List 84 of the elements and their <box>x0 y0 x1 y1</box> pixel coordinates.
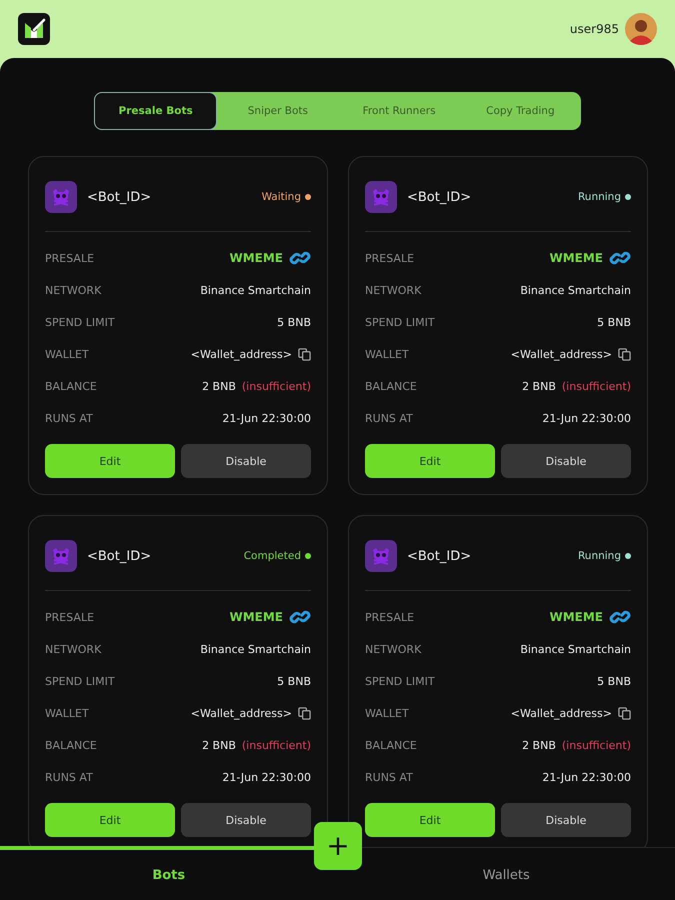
field-value: Binance Smartchain <box>200 642 311 656</box>
warning-text: (insufficient) <box>242 738 311 752</box>
tab[interactable]: Copy Trading <box>460 92 581 130</box>
field-value: 2 BNB <box>202 738 236 752</box>
token-name: WMEME <box>549 251 603 265</box>
logo-icon <box>18 13 50 45</box>
field-label: WALLET <box>45 706 89 720</box>
tab[interactable]: Sniper Bots <box>217 92 338 130</box>
token-name: WMEME <box>229 610 283 624</box>
edit-button[interactable]: Edit <box>45 444 175 478</box>
robot-icon <box>365 181 397 213</box>
warning-text: (insufficient) <box>562 380 631 392</box>
avatar[interactable] <box>625 13 657 45</box>
field-label: BALANCE <box>45 738 97 752</box>
field-label: WALLET <box>365 706 409 720</box>
robot-icon <box>45 181 77 213</box>
field-value: 21-Jun 22:30:00 <box>222 770 311 784</box>
field-label: RUNS AT <box>365 412 413 424</box>
copy-icon[interactable] <box>298 706 311 720</box>
field-value: 21-Jun 22:30:00 <box>542 412 631 424</box>
disable-button[interactable]: Disable <box>501 444 631 478</box>
field-label: NETWORK <box>45 642 102 656</box>
field-label: BALANCE <box>365 738 417 752</box>
field-label: RUNS AT <box>45 770 93 784</box>
field-value: 2 BNB <box>522 380 556 392</box>
field-label: NETWORK <box>365 284 422 296</box>
bot-id: <Bot_ID> <box>87 548 152 564</box>
robot-icon <box>365 540 397 572</box>
field-value: Binance Smartchain <box>520 642 631 656</box>
add-button[interactable]: + <box>314 822 362 870</box>
field-value: 21-Jun 22:30:00 <box>542 770 631 784</box>
field-value: 5 BNB <box>597 674 631 688</box>
field-label: PRESALE <box>365 610 414 624</box>
robot-icon <box>45 540 77 572</box>
warning-text: (insufficient) <box>242 380 311 392</box>
field-label: BALANCE <box>365 380 417 392</box>
status-label: Completed <box>244 550 301 562</box>
disable-button[interactable]: Disable <box>181 444 311 478</box>
field-value: <Wallet_address> <box>510 706 612 720</box>
field-value: Binance Smartchain <box>520 284 631 296</box>
field-label: SPEND LIMIT <box>365 674 435 688</box>
field-value: 5 BNB <box>277 674 311 688</box>
status-label: Running <box>578 191 621 203</box>
field-value: <Wallet_address> <box>190 348 292 360</box>
field-label: WALLET <box>45 348 89 360</box>
field-label: SPEND LIMIT <box>45 316 115 328</box>
username: user985 <box>570 22 619 36</box>
field-label: RUNS AT <box>365 770 413 784</box>
field-value: 5 BNB <box>597 316 631 328</box>
disable-button[interactable]: Disable <box>501 803 631 837</box>
field-label: WALLET <box>365 348 409 360</box>
field-label: PRESALE <box>365 252 414 264</box>
disable-button[interactable]: Disable <box>181 803 311 837</box>
status-label: Running <box>578 550 621 562</box>
field-label: PRESALE <box>45 610 94 624</box>
field-value: <Wallet_address> <box>510 348 612 360</box>
edit-button[interactable]: Edit <box>365 803 495 837</box>
token-name: WMEME <box>229 251 283 265</box>
field-value: 2 BNB <box>522 738 556 752</box>
field-value: <Wallet_address> <box>190 706 292 720</box>
field-label: SPEND LIMIT <box>45 674 115 688</box>
edit-button[interactable]: Edit <box>45 803 175 837</box>
field-label: RUNS AT <box>45 412 93 424</box>
copy-icon[interactable] <box>618 706 631 720</box>
field-value: Binance Smartchain <box>200 284 311 296</box>
field-value: 5 BNB <box>277 316 311 328</box>
field-label: SPEND LIMIT <box>365 316 435 328</box>
copy-icon[interactable] <box>298 348 311 360</box>
tab[interactable]: Presale Bots <box>94 92 218 130</box>
field-value: 21-Jun 22:30:00 <box>222 412 311 424</box>
tab[interactable]: Front Runners <box>338 92 460 130</box>
field-label: BALANCE <box>45 380 97 392</box>
field-label: PRESALE <box>45 252 94 264</box>
copy-icon[interactable] <box>618 348 631 360</box>
bot-id: <Bot_ID> <box>407 548 472 564</box>
edit-button[interactable]: Edit <box>365 444 495 478</box>
token-name: WMEME <box>549 610 603 624</box>
field-label: NETWORK <box>365 642 422 656</box>
status-label: Waiting <box>262 191 301 203</box>
bot-id: <Bot_ID> <box>87 190 152 204</box>
bot-id: <Bot_ID> <box>407 190 472 204</box>
field-value: 2 BNB <box>202 380 236 392</box>
warning-text: (insufficient) <box>562 738 631 752</box>
field-label: NETWORK <box>45 284 102 296</box>
